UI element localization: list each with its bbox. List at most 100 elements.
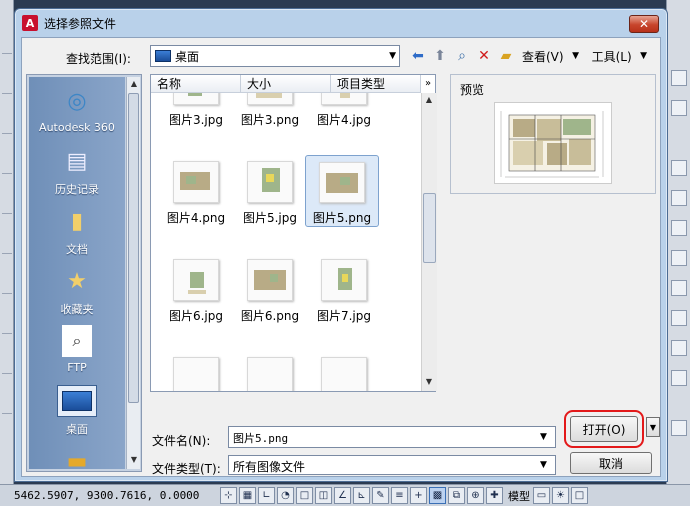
- annotation-monitor-icon[interactable]: ⊕: [467, 487, 484, 504]
- close-button[interactable]: ✕: [629, 15, 659, 33]
- window-icon[interactable]: □: [571, 487, 588, 504]
- file-item[interactable]: [233, 357, 307, 391]
- place-autodesk-360[interactable]: ◎ Autodesk 360: [29, 81, 125, 141]
- left-toolbar-tool[interactable]: [2, 160, 12, 174]
- right-toolbar-tool[interactable]: [671, 220, 687, 236]
- right-toolbar-tool[interactable]: [671, 160, 687, 176]
- file-item[interactable]: 图片4.jpg: [307, 93, 381, 143]
- lightbulb-icon[interactable]: ☀: [552, 487, 569, 504]
- file-item[interactable]: 图片7.jpg: [307, 259, 381, 339]
- file-item[interactable]: 图片3.jpg: [159, 93, 233, 143]
- model-space-label[interactable]: 模型: [508, 488, 530, 504]
- place-label: FTP: [67, 361, 87, 374]
- file-item[interactable]: 图片4.png: [159, 161, 233, 241]
- file-thumbnail: [173, 161, 219, 203]
- left-toolbar-tool[interactable]: [2, 80, 12, 94]
- chevron-down-icon[interactable]: ▼: [566, 46, 586, 66]
- place-history[interactable]: ▤ 历史记录: [29, 141, 125, 201]
- right-toolbar-tool[interactable]: [671, 100, 687, 116]
- otrack-toggle-icon[interactable]: ∠: [334, 487, 351, 504]
- osnap-toggle-icon[interactable]: □: [296, 487, 313, 504]
- chevron-down-icon[interactable]: ▼: [634, 46, 654, 66]
- places-scrollbar[interactable]: ▲ ▼: [126, 77, 140, 469]
- dialog-titlebar[interactable]: A 选择参照文件 ✕: [15, 9, 667, 37]
- scroll-up-icon[interactable]: ▲: [422, 93, 436, 107]
- file-list-scroll-thumb[interactable]: [423, 193, 436, 263]
- desktop-icon: [57, 385, 97, 417]
- left-toolbar-tool[interactable]: [2, 400, 12, 414]
- scroll-up-icon[interactable]: ▲: [127, 77, 141, 91]
- grid-toggle-icon[interactable]: ▦: [239, 487, 256, 504]
- chevron-down-icon[interactable]: ▼: [389, 51, 396, 61]
- polar-toggle-icon[interactable]: ◔: [277, 487, 294, 504]
- file-list-scrollbar[interactable]: ▲ ▼: [421, 93, 437, 391]
- cad-status-bar: 5462.5907, 9300.7616, 0.0000 ⊹ ▦ ∟ ◔ □ ◫…: [0, 484, 690, 506]
- search-web-icon[interactable]: ⌕: [452, 46, 472, 66]
- file-name-input[interactable]: 图片5.png: [228, 426, 556, 448]
- chevron-down-icon[interactable]: ▼: [540, 432, 547, 442]
- file-type-select[interactable]: 所有图像文件: [228, 455, 556, 475]
- place-documents[interactable]: ▮ 文档: [29, 201, 125, 261]
- right-toolbar-tool[interactable]: [671, 340, 687, 356]
- right-toolbar-tool[interactable]: [671, 420, 687, 436]
- place-buzzsaw[interactable]: ▬: [29, 441, 125, 470]
- file-item-selected[interactable]: 图片5.png: [305, 155, 379, 227]
- left-toolbar-tool[interactable]: [2, 280, 12, 294]
- ducs-toggle-icon[interactable]: ⊾: [353, 487, 370, 504]
- scroll-down-icon[interactable]: ▼: [127, 453, 141, 467]
- places-scroll-thumb[interactable]: [128, 93, 139, 403]
- left-toolbar-tool[interactable]: [2, 240, 12, 254]
- right-toolbar-tool[interactable]: [671, 370, 687, 386]
- open-dropdown-button[interactable]: ▼: [646, 417, 660, 437]
- open-button[interactable]: 打开(O): [564, 410, 644, 448]
- 3d-osnap-toggle-icon[interactable]: ◫: [315, 487, 332, 504]
- add-icon[interactable]: ✚: [486, 487, 503, 504]
- place-ftp[interactable]: ⌕ FTP: [29, 321, 125, 381]
- transparency-toggle-icon[interactable]: ▩: [429, 487, 446, 504]
- right-toolbar-tool[interactable]: [671, 70, 687, 86]
- right-toolbar-tool[interactable]: [671, 190, 687, 206]
- file-name: 图片3.png: [240, 113, 300, 127]
- dyn-toggle-icon[interactable]: ✎: [372, 487, 389, 504]
- snap-toggle-icon[interactable]: ⊹: [220, 487, 237, 504]
- up-folder-icon[interactable]: ⬆: [430, 46, 450, 66]
- selection-cycling-icon[interactable]: ⧉: [448, 487, 465, 504]
- file-item[interactable]: 图片6.png: [233, 259, 307, 339]
- left-toolbar-tool[interactable]: [2, 200, 12, 214]
- file-thumbnail: [247, 93, 293, 105]
- right-toolbar-tool[interactable]: [671, 250, 687, 266]
- column-type[interactable]: 项目类型: [331, 75, 421, 92]
- column-size[interactable]: 大小: [241, 75, 331, 92]
- chevron-down-icon[interactable]: ▼: [540, 460, 547, 470]
- autocad-app-icon: A: [22, 15, 38, 31]
- tools-menu[interactable]: 工具(L): [592, 48, 632, 65]
- new-folder-icon[interactable]: ▰: [496, 46, 516, 66]
- file-item[interactable]: 图片3.png: [233, 93, 307, 143]
- look-in-combobox[interactable]: 桌面 ▼: [150, 45, 400, 67]
- lineweight-toggle-icon[interactable]: ≡: [391, 487, 408, 504]
- more-columns-icon[interactable]: »: [421, 75, 435, 93]
- scroll-down-icon[interactable]: ▼: [422, 375, 436, 389]
- file-item[interactable]: [159, 357, 233, 391]
- left-toolbar-tool[interactable]: [2, 320, 12, 334]
- right-toolbar-tool[interactable]: [671, 310, 687, 326]
- back-arrow-icon[interactable]: ⬅: [408, 46, 428, 66]
- file-name: 图片5.jpg: [242, 211, 298, 225]
- ortho-toggle-icon[interactable]: ∟: [258, 487, 275, 504]
- delete-icon[interactable]: ✕: [474, 46, 494, 66]
- column-name[interactable]: 名称: [151, 75, 241, 92]
- layout-icon[interactable]: ▭: [533, 487, 550, 504]
- buzzsaw-folder-icon: ▬: [66, 448, 88, 470]
- left-toolbar-tool[interactable]: [2, 40, 12, 54]
- file-item[interactable]: 图片6.jpg: [159, 259, 233, 339]
- left-toolbar-tool[interactable]: [2, 120, 12, 134]
- view-menu[interactable]: 查看(V): [522, 48, 564, 65]
- cancel-button[interactable]: 取消: [570, 452, 652, 474]
- left-toolbar-tool[interactable]: [2, 360, 12, 374]
- file-item[interactable]: 图片5.jpg: [233, 161, 307, 241]
- right-toolbar-tool[interactable]: [671, 280, 687, 296]
- plus-icon[interactable]: +: [410, 487, 427, 504]
- place-favorites[interactable]: ★ 收藏夹: [29, 261, 125, 321]
- file-item[interactable]: [307, 357, 381, 391]
- place-desktop[interactable]: 桌面: [29, 381, 125, 441]
